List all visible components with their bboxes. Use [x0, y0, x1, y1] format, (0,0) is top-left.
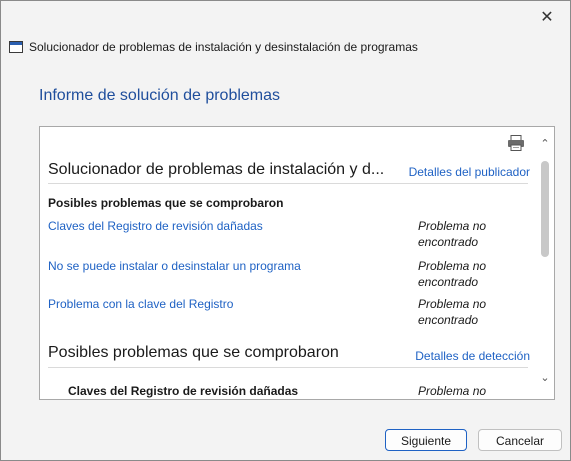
printer-icon[interactable] — [507, 135, 525, 151]
window-title: Solucionador de problemas de instalación… — [29, 40, 418, 54]
detection-row-registry-keys: Claves del Registro de revisión dañadas — [68, 384, 299, 398]
section-divider — [48, 367, 528, 368]
scroll-down-icon[interactable]: ⌄ — [538, 371, 552, 385]
status-line: Problema no — [418, 384, 487, 398]
next-button[interactable]: Siguiente — [385, 429, 467, 451]
publisher-details-link[interactable]: Detalles del publicador — [409, 165, 530, 179]
problems-checked-subheading: Posibles problemas que se comprobaron — [48, 196, 284, 210]
title-bar: Solucionador de problemas de instalación… — [9, 38, 418, 56]
window-app-icon — [9, 41, 23, 53]
status-line: Problema no — [418, 259, 487, 273]
troubleshooter-window: ✕ Solucionador de problemas de instalaci… — [0, 0, 571, 461]
problem-row-registry-key[interactable]: Problema con la clave del Registro — [48, 297, 233, 311]
close-icon: ✕ — [540, 9, 554, 26]
section-title-troubleshooter: Solucionador de problemas de instalación… — [48, 161, 385, 178]
status-line: Problema no — [418, 219, 487, 233]
status-line: encontrado — [418, 235, 479, 249]
page-title: Informe de solución de problemas — [39, 87, 281, 104]
status-line: Problema no — [418, 297, 487, 311]
problem-status: Problema no encontrado — [418, 258, 510, 290]
cancel-button[interactable]: Cancelar — [478, 429, 562, 451]
section-title-problems-checked: Posibles problemas que se comprobaron — [48, 344, 339, 361]
status-line: encontrado — [418, 313, 479, 327]
scroll-thumb[interactable] — [541, 161, 549, 257]
problem-row-install-uninstall[interactable]: No se puede instalar o desinstalar un pr… — [48, 259, 301, 273]
problem-status: Problema no — [418, 383, 510, 399]
scroll-up-icon[interactable]: ⌃ — [538, 137, 552, 151]
report-panel: Solucionador de problemas de instalación… — [39, 126, 555, 400]
problem-status: Problema no encontrado — [418, 218, 510, 250]
problem-row-registry-keys[interactable]: Claves del Registro de revisión dañadas — [48, 219, 263, 233]
vertical-scrollbar[interactable]: ⌃ ⌄ — [536, 127, 554, 399]
close-button[interactable]: ✕ — [532, 5, 562, 29]
status-line: encontrado — [418, 275, 479, 289]
section-divider — [48, 183, 528, 184]
problem-status: Problema no encontrado — [418, 296, 510, 328]
detection-details-link[interactable]: Detalles de detección — [415, 349, 530, 363]
